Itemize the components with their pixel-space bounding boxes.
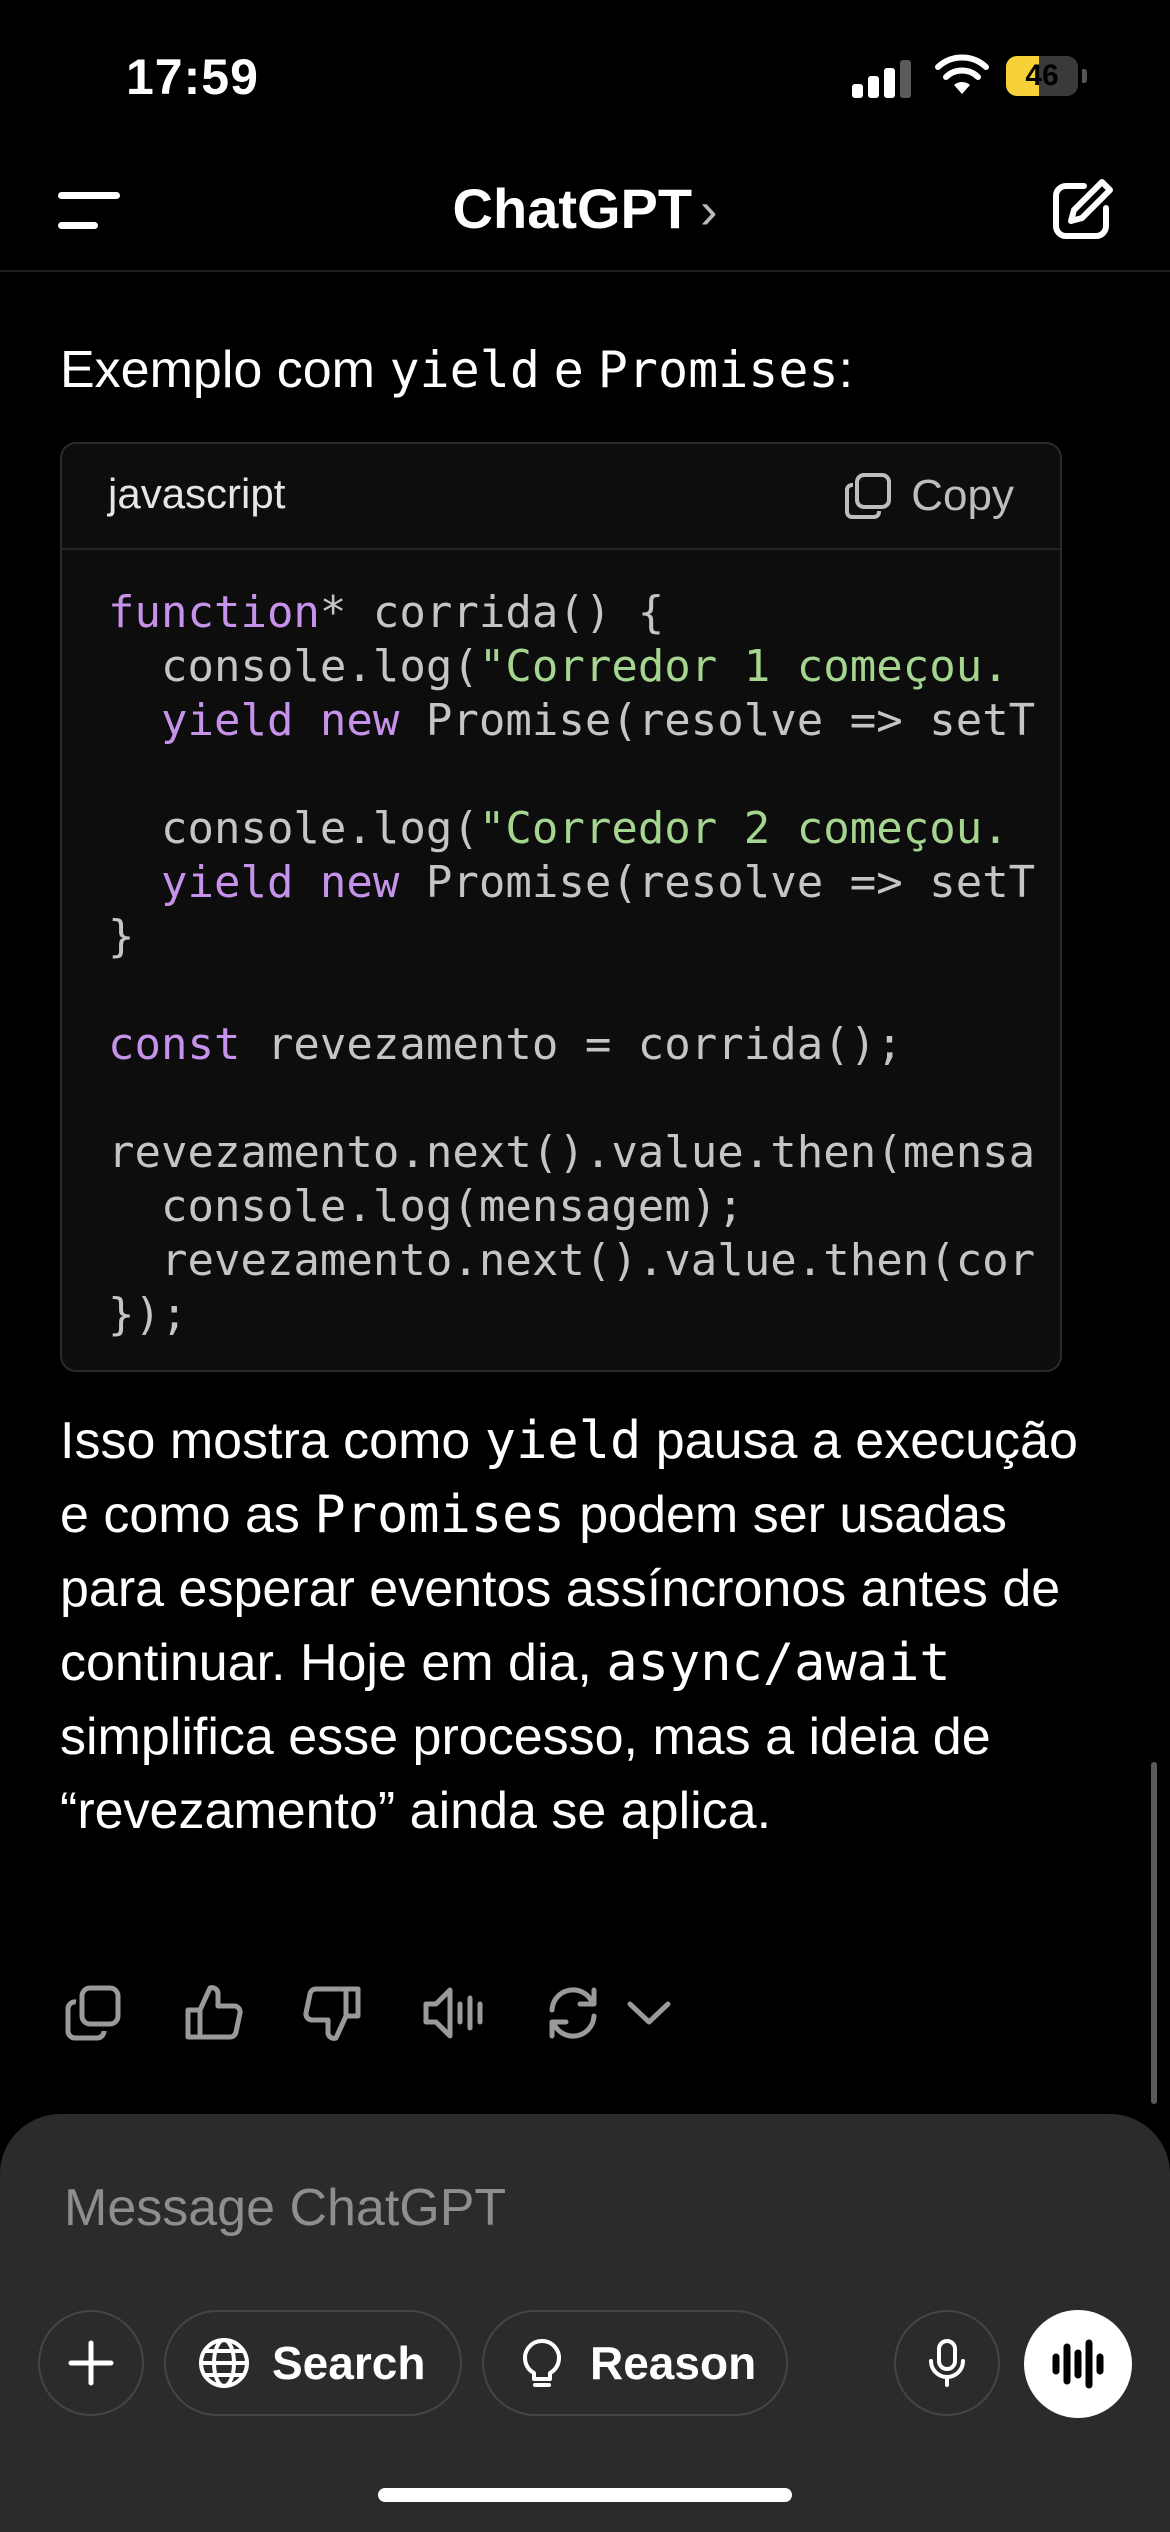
- code-language-label: javascript: [108, 470, 286, 517]
- inline-code: Promises: [597, 341, 839, 399]
- lightbulb-icon: [523, 2339, 561, 2387]
- voice-mode-button[interactable]: [1024, 2310, 1132, 2418]
- code-text: revezamento = corrida();: [240, 1019, 903, 1070]
- copy-label: Copy: [911, 471, 1014, 520]
- code-line: revezamento.next().value.then(mensa: [108, 1126, 1060, 1180]
- copy-code-button[interactable]: Copy: [843, 468, 1014, 524]
- inline-code: Promises: [314, 1485, 565, 1545]
- nav-title: ChatGPT: [452, 177, 693, 240]
- battery-icon: 46: [1006, 56, 1087, 96]
- dictation-button[interactable]: [894, 2310, 1000, 2416]
- message-input[interactable]: Message ChatGPT: [64, 2178, 506, 2238]
- reason-label: Reason: [590, 2337, 757, 2389]
- code-block: javascript Copy function* corrida() { co…: [60, 442, 1062, 1372]
- code-line: });: [108, 1288, 1060, 1342]
- new-chat-icon[interactable]: [1046, 174, 1118, 246]
- battery-percent: 46: [1025, 59, 1059, 92]
- status-time: 17:59: [126, 49, 259, 105]
- chevron-down-icon[interactable]: [616, 1980, 682, 2046]
- scrollbar[interactable]: [1151, 1762, 1157, 2104]
- thumbs-up-icon[interactable]: [180, 1980, 246, 2046]
- globe-icon: [199, 2338, 249, 2388]
- code-text: console.log(: [108, 641, 479, 692]
- answer-paragraph: Isso mostra como yield pausa a execução …: [60, 1411, 1078, 1840]
- status-bar: 17:59 46: [0, 0, 1170, 150]
- code-string: "Corredor 2 começou.: [478, 803, 1009, 854]
- code-line: console.log(mensagem);: [108, 1180, 1060, 1234]
- regenerate-icon[interactable]: [540, 1980, 606, 2046]
- top-nav: ChatGPT ›: [0, 150, 1170, 272]
- copy-icon: [845, 473, 892, 519]
- attach-button[interactable]: [38, 2310, 144, 2416]
- code-text: Promise(resolve => setT: [399, 695, 1036, 746]
- code-text: });: [108, 1289, 188, 1340]
- read-aloud-icon[interactable]: [420, 1980, 486, 2046]
- chat-screen: 17:59 46 ChatGPT › Exemplo com yield e Pr…: [0, 0, 1170, 2532]
- copy-message-icon[interactable]: [60, 1980, 126, 2046]
- cellular-signal-icon: [852, 58, 914, 98]
- code-block-header: javascript Copy: [62, 444, 1060, 550]
- waveform-icon: [1052, 2339, 1104, 2389]
- inline-code: yield: [484, 1411, 642, 1471]
- code-text: revezamento.next().value.then(mensa: [108, 1127, 1036, 1178]
- search-label: Search: [272, 2337, 426, 2389]
- code-keyword: yield new: [160, 695, 400, 746]
- code-text: }: [108, 911, 135, 962]
- code-text: console.log(: [108, 803, 479, 854]
- code-content: function* corrida() { console.log("Corre…: [108, 586, 1060, 1342]
- code-text: revezamento.next().value.then(cor: [108, 1235, 1036, 1286]
- code-keyword: yield new: [160, 857, 400, 908]
- code-keyword: function: [108, 587, 320, 638]
- model-selector[interactable]: ChatGPT ›: [0, 176, 1170, 241]
- code-line: }: [108, 910, 1060, 964]
- code-line: console.log("Corredor 2 começou.: [108, 802, 1060, 856]
- inline-code: yield: [389, 341, 540, 399]
- code-line: console.log("Corredor 1 começou.: [108, 640, 1060, 694]
- inline-code: async/await: [606, 1633, 951, 1693]
- code-text: Promise(resolve => setT: [399, 857, 1036, 908]
- code-text: * corrida() {: [319, 587, 665, 638]
- wifi-icon: [935, 54, 989, 94]
- home-indicator: [378, 2488, 792, 2502]
- code-line: yield new Promise(resolve => setT: [108, 694, 1060, 748]
- code-string: "Corredor 1 começou.: [478, 641, 1009, 692]
- message-intro: Exemplo com yield e Promises:: [60, 341, 854, 399]
- code-text: console.log(mensagem);: [108, 1181, 744, 1232]
- code-line: yield new Promise(resolve => setT: [108, 856, 1060, 910]
- code-keyword: const: [108, 1019, 241, 1070]
- plus-icon: [68, 2340, 114, 2386]
- reason-button[interactable]: Reason: [482, 2310, 788, 2416]
- microphone-icon: [929, 2339, 965, 2387]
- code-line: function* corrida() {: [108, 586, 1060, 640]
- chevron-right-icon: ›: [700, 182, 718, 240]
- thumbs-down-icon[interactable]: [300, 1980, 366, 2046]
- code-line: revezamento.next().value.then(cor: [108, 1234, 1060, 1288]
- search-button[interactable]: Search: [164, 2310, 462, 2416]
- composer: Message ChatGPT Search Reason: [0, 2114, 1170, 2532]
- code-line: const revezamento = corrida();: [108, 1018, 1060, 1072]
